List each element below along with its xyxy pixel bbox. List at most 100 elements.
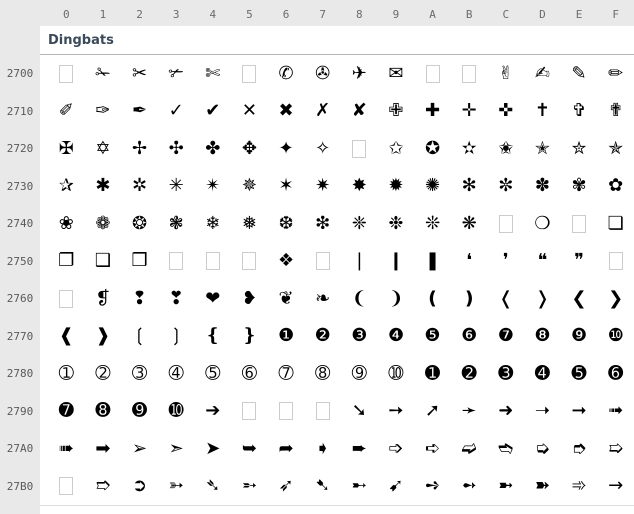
glyph-cell[interactable]: ➒	[121, 393, 158, 431]
missing-glyph-cell[interactable]	[304, 243, 341, 281]
glyph-cell[interactable]: ✓	[158, 93, 195, 131]
glyph-cell[interactable]: ➵	[231, 468, 268, 506]
glyph-cell[interactable]: ✽	[524, 168, 561, 206]
glyph-cell[interactable]: ❬	[488, 280, 525, 318]
glyph-cell[interactable]: ❩	[378, 280, 415, 318]
glyph-cell[interactable]: ➷	[304, 468, 341, 506]
glyph-cell[interactable]: ✦	[268, 130, 305, 168]
glyph-cell[interactable]: ✪	[414, 130, 451, 168]
glyph-cell[interactable]: ❅	[231, 205, 268, 243]
glyph-cell[interactable]: ✘	[341, 93, 378, 131]
glyph-cell[interactable]: ❜	[488, 243, 525, 281]
glyph-cell[interactable]: ❊	[414, 205, 451, 243]
glyph-cell[interactable]: ❧	[304, 280, 341, 318]
glyph-cell[interactable]: ✱	[85, 168, 122, 206]
missing-glyph-cell[interactable]	[231, 393, 268, 431]
glyph-cell[interactable]: ➭	[524, 430, 561, 468]
glyph-cell[interactable]: ✖	[268, 93, 305, 131]
glyph-cell[interactable]: ➹	[378, 468, 415, 506]
glyph-cell[interactable]: ➀	[48, 355, 85, 393]
glyph-cell[interactable]: ➄	[195, 355, 232, 393]
glyph-cell[interactable]: ❣	[158, 280, 195, 318]
missing-glyph-cell[interactable]	[414, 55, 451, 93]
glyph-cell[interactable]: ✩	[378, 130, 415, 168]
glyph-cell[interactable]: ➓	[158, 393, 195, 431]
glyph-cell[interactable]: ➃	[158, 355, 195, 393]
glyph-cell[interactable]: ❺	[414, 318, 451, 356]
glyph-cell[interactable]: ➩	[378, 430, 415, 468]
glyph-cell[interactable]: ❑	[85, 243, 122, 281]
glyph-cell[interactable]: ✂	[121, 55, 158, 93]
glyph-cell[interactable]: ➍	[524, 355, 561, 393]
glyph-cell[interactable]: ✮	[561, 130, 598, 168]
glyph-cell[interactable]: ✶	[268, 168, 305, 206]
glyph-cell[interactable]: ✞	[561, 93, 598, 131]
glyph-cell[interactable]: ➴	[195, 468, 232, 506]
glyph-cell[interactable]: ➟	[597, 393, 634, 431]
glyph-cell[interactable]: ➽	[524, 468, 561, 506]
glyph-cell[interactable]: ➇	[304, 355, 341, 393]
glyph-cell[interactable]: ➑	[85, 393, 122, 431]
glyph-cell[interactable]: ✻	[451, 168, 488, 206]
glyph-cell[interactable]: ✔	[195, 93, 232, 131]
glyph-cell[interactable]: ✍	[524, 55, 561, 93]
glyph-cell[interactable]: ✫	[451, 130, 488, 168]
missing-glyph-cell[interactable]	[48, 280, 85, 318]
glyph-cell[interactable]: ❙	[378, 243, 415, 281]
missing-glyph-cell[interactable]	[488, 205, 525, 243]
glyph-cell[interactable]: ➬	[488, 430, 525, 468]
glyph-cell[interactable]: ✑	[85, 93, 122, 131]
glyph-cell[interactable]: ❡	[85, 280, 122, 318]
glyph-cell[interactable]: ❹	[378, 318, 415, 356]
glyph-cell[interactable]: ✠	[48, 130, 85, 168]
glyph-cell[interactable]: ➻	[451, 468, 488, 506]
glyph-cell[interactable]: ➧	[304, 430, 341, 468]
glyph-cell[interactable]: ❻	[451, 318, 488, 356]
glyph-cell[interactable]: ➏	[597, 355, 634, 393]
glyph-cell[interactable]: ➲	[121, 468, 158, 506]
glyph-cell[interactable]: ❋	[451, 205, 488, 243]
glyph-cell[interactable]: ✵	[231, 168, 268, 206]
glyph-cell[interactable]: ✢	[121, 130, 158, 168]
glyph-cell[interactable]: ❴	[195, 318, 232, 356]
glyph-cell[interactable]: ❥	[231, 280, 268, 318]
glyph-cell[interactable]: ✺	[414, 168, 451, 206]
glyph-cell[interactable]: ✇	[304, 55, 341, 93]
glyph-cell[interactable]: ➦	[268, 430, 305, 468]
glyph-cell[interactable]: ✒	[121, 93, 158, 131]
glyph-cell[interactable]: ➚	[414, 393, 451, 431]
glyph-cell[interactable]: ✾	[561, 168, 598, 206]
glyph-cell[interactable]: ❤	[195, 280, 232, 318]
glyph-cell[interactable]: ➠	[48, 430, 85, 468]
glyph-cell[interactable]: ➜	[488, 393, 525, 431]
glyph-cell[interactable]: ➊	[414, 355, 451, 393]
glyph-cell[interactable]: ❶	[268, 318, 305, 356]
glyph-cell[interactable]: ❰	[48, 318, 85, 356]
glyph-cell[interactable]: ✤	[195, 130, 232, 168]
glyph-cell[interactable]: ➶	[268, 468, 305, 506]
glyph-cell[interactable]: ➤	[195, 430, 232, 468]
missing-glyph-cell[interactable]	[268, 393, 305, 431]
glyph-cell[interactable]: ❂	[121, 205, 158, 243]
glyph-cell[interactable]: ❃	[158, 205, 195, 243]
glyph-cell[interactable]: ❈	[341, 205, 378, 243]
glyph-cell[interactable]: ➺	[414, 468, 451, 506]
glyph-cell[interactable]: ❏	[597, 205, 634, 243]
glyph-cell[interactable]: ❨	[341, 280, 378, 318]
glyph-cell[interactable]: ➳	[158, 468, 195, 506]
glyph-cell[interactable]: ✿	[597, 168, 634, 206]
glyph-cell[interactable]: ❝	[524, 243, 561, 281]
glyph-cell[interactable]: ✹	[378, 168, 415, 206]
glyph-cell[interactable]: ✛	[451, 93, 488, 131]
glyph-cell[interactable]: ✷	[304, 168, 341, 206]
glyph-cell[interactable]: ➮	[561, 430, 598, 468]
glyph-cell[interactable]: ➙	[378, 393, 415, 431]
glyph-cell[interactable]: ➂	[121, 355, 158, 393]
glyph-cell[interactable]: ✡	[85, 130, 122, 168]
glyph-cell[interactable]: ➅	[231, 355, 268, 393]
glyph-cell[interactable]: ➈	[341, 355, 378, 393]
glyph-cell[interactable]: ❛	[451, 243, 488, 281]
glyph-cell[interactable]: ❐	[48, 243, 85, 281]
glyph-cell[interactable]: ➁	[85, 355, 122, 393]
glyph-cell[interactable]: ❲	[121, 318, 158, 356]
